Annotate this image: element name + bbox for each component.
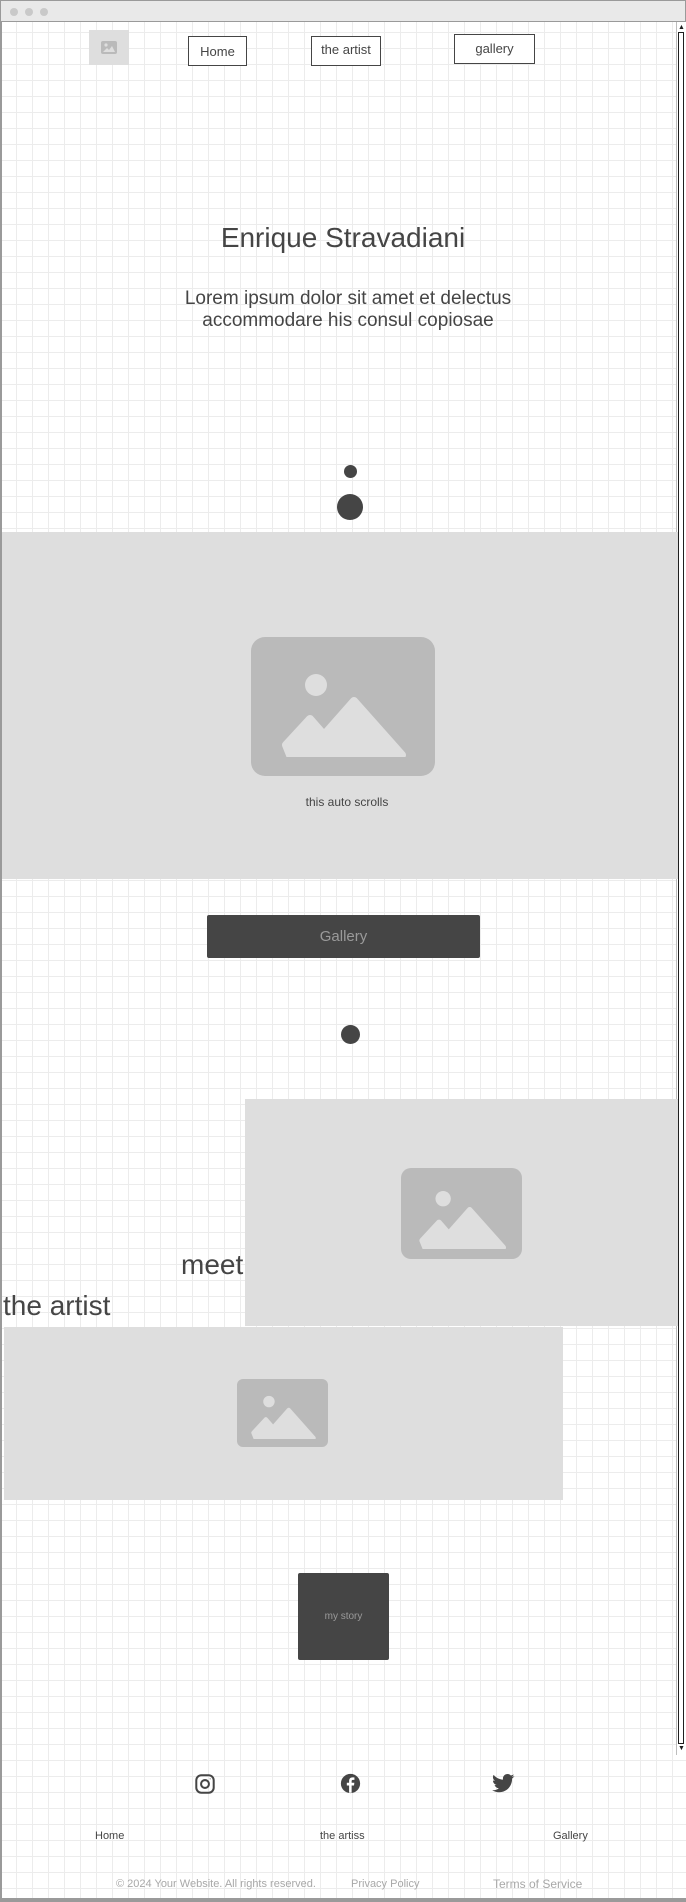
footer-privacy-policy-link[interactable]: Privacy Policy <box>351 1878 419 1890</box>
window-maximize-dot[interactable] <box>40 8 48 16</box>
section-dot <box>341 1025 360 1044</box>
nav-the-artist-button[interactable]: the artist <box>311 36 381 66</box>
window-frame-bottom <box>0 1898 686 1902</box>
footer-copyright: © 2024 Your Website. All rights reserved… <box>116 1878 316 1890</box>
footer-link-gallery[interactable]: Gallery <box>553 1830 588 1842</box>
window-titlebar <box>0 0 686 22</box>
twitter-icon[interactable] <box>491 1771 515 1795</box>
logo[interactable] <box>89 30 129 65</box>
artist-photo-placeholder-top <box>401 1168 522 1259</box>
scroll-indicator-small-dot <box>344 465 357 478</box>
the-artist-heading: the artist <box>3 1290 111 1321</box>
window-minimize-dot[interactable] <box>25 8 33 16</box>
image-icon <box>250 1395 316 1439</box>
hero-subtitle: Lorem ipsum dolor sit amet et delectus a… <box>184 288 512 331</box>
nav-gallery-button[interactable]: gallery <box>454 34 535 64</box>
facebook-icon[interactable] <box>338 1771 362 1795</box>
scrollbar-thumb[interactable] <box>678 32 684 1744</box>
carousel-image <box>251 637 435 776</box>
image-icon <box>282 673 406 757</box>
scroll-indicator-large-dot <box>337 494 363 520</box>
image-icon <box>101 41 117 54</box>
window-frame-left <box>0 22 2 1902</box>
image-icon <box>418 1190 506 1249</box>
window-close-dot[interactable] <box>10 8 18 16</box>
nav-home-button[interactable]: Home <box>188 36 247 66</box>
gallery-button[interactable]: Gallery <box>207 915 480 958</box>
carousel-caption: this auto scrolls <box>305 795 389 809</box>
scroll-down-arrow[interactable]: ▼ <box>678 1745 685 1753</box>
hero-title: Enrique Stravadiani <box>220 222 466 253</box>
my-story-button[interactable]: my story <box>298 1573 389 1660</box>
instagram-icon[interactable] <box>193 1772 217 1796</box>
scroll-up-arrow[interactable]: ▲ <box>678 24 685 32</box>
footer-link-the-artiss[interactable]: the artiss <box>320 1830 365 1842</box>
meet-heading: meet <box>181 1249 244 1280</box>
footer-terms-link[interactable]: Terms of Service <box>493 1877 582 1891</box>
footer-link-home[interactable]: Home <box>95 1830 124 1842</box>
artist-photo-placeholder-bottom <box>237 1379 328 1447</box>
